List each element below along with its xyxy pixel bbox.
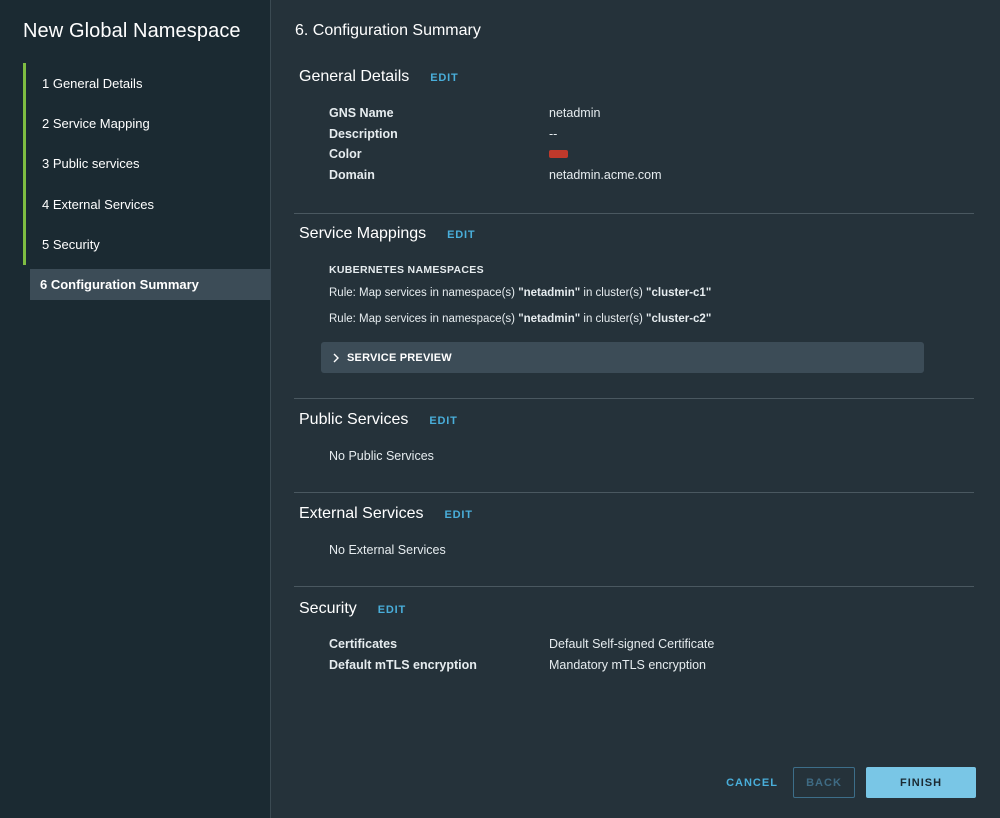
service-preview-toggle[interactable]: SERVICE PREVIEW	[321, 342, 924, 373]
general-details-header: General Details EDIT	[299, 68, 459, 86]
description-label: Description	[329, 126, 398, 141]
step-security[interactable]: 5 Security	[23, 224, 271, 265]
domain-value: netadmin.acme.com	[549, 168, 662, 183]
service-mappings-title: Service Mappings	[299, 225, 427, 242]
gns-name-row: GNS Name netadmin	[329, 103, 600, 124]
wizard-title: New Global Namespace	[23, 20, 241, 42]
external-services-title: External Services	[299, 505, 424, 522]
divider	[294, 492, 974, 493]
wizard-steps: 1 General Details 2 Service Mapping 3 Pu…	[23, 63, 271, 300]
external-services-edit-link[interactable]: EDIT	[445, 509, 473, 521]
service-mappings-edit-link[interactable]: EDIT	[447, 229, 475, 241]
description-value: --	[549, 126, 558, 141]
color-swatch	[549, 150, 568, 159]
service-mappings-header: Service Mappings EDIT	[299, 225, 475, 243]
back-button[interactable]: BACK	[793, 767, 855, 798]
general-details-title: General Details	[299, 68, 410, 85]
step-external-services[interactable]: 4 External Services	[23, 184, 271, 225]
mtls-value: Mandatory mTLS encryption	[549, 658, 707, 673]
kubernetes-namespaces-heading: KUBERNETES NAMESPACES	[329, 264, 484, 276]
mtls-label: Default mTLS encryption	[329, 658, 477, 673]
security-edit-link[interactable]: EDIT	[378, 604, 406, 616]
public-services-edit-link[interactable]: EDIT	[429, 415, 457, 427]
step-configuration-summary[interactable]: 6 Configuration Summary	[30, 268, 271, 300]
certificates-value: Default Self-signed Certificate	[549, 637, 715, 652]
mtls-row: Default mTLS encryption Mandatory mTLS e…	[329, 655, 706, 676]
summary-panel: 6. Configuration Summary General Details…	[272, 0, 1000, 818]
divider	[294, 398, 974, 399]
external-services-header: External Services EDIT	[299, 505, 473, 523]
divider	[294, 586, 974, 587]
page-title: 6. Configuration Summary	[295, 22, 481, 39]
gns-name-value: netadmin	[549, 106, 601, 121]
mapping-rule: Rule: Map services in namespace(s) "neta…	[329, 313, 712, 325]
description-row: Description --	[329, 124, 557, 145]
step-service-mapping[interactable]: 2 Service Mapping	[23, 103, 271, 144]
mapping-rule: Rule: Map services in namespace(s) "neta…	[329, 287, 712, 299]
cancel-button[interactable]: CANCEL	[722, 767, 782, 798]
security-header: Security EDIT	[299, 600, 406, 618]
public-services-title: Public Services	[299, 411, 409, 428]
service-preview-label: SERVICE PREVIEW	[347, 351, 452, 364]
step-general-details[interactable]: 1 General Details	[23, 63, 271, 104]
gns-name-label: GNS Name	[329, 106, 394, 121]
color-row: Color	[329, 144, 568, 165]
security-title: Security	[299, 600, 357, 617]
certificates-row: Certificates Default Self-signed Certifi…	[329, 634, 714, 655]
domain-row: Domain netadmin.acme.com	[329, 165, 662, 186]
public-services-empty: No Public Services	[329, 449, 434, 463]
wizard-sidebar: New Global Namespace 1 General Details 2…	[0, 0, 271, 818]
certificates-label: Certificates	[329, 637, 398, 652]
domain-label: Domain	[329, 168, 375, 183]
finish-button[interactable]: FINISH	[866, 767, 976, 798]
general-details-edit-link[interactable]: EDIT	[430, 72, 458, 84]
external-services-empty: No External Services	[329, 543, 446, 557]
public-services-header: Public Services EDIT	[299, 411, 458, 429]
step-public-services[interactable]: 3 Public services	[23, 143, 271, 185]
color-label: Color	[329, 147, 362, 162]
divider	[294, 213, 974, 214]
chevron-right-icon	[333, 353, 339, 362]
